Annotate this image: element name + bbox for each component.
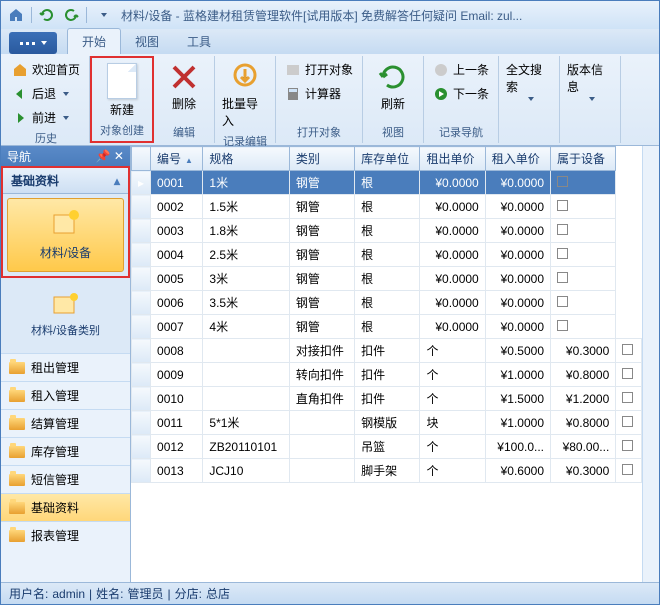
app-menu-button[interactable] xyxy=(9,32,57,54)
nav-item-4[interactable]: 短信管理 xyxy=(1,465,130,493)
table-row[interactable]: 00042.5米钢管根¥0.0000¥0.0000 xyxy=(132,243,642,267)
delete-button[interactable]: 删除 xyxy=(158,58,210,115)
table-row[interactable]: 00063.5米钢管根¥0.0000¥0.0000 xyxy=(132,291,642,315)
nav-item-0[interactable]: 租出管理 xyxy=(1,353,130,381)
search-button[interactable]: 全文搜索 xyxy=(503,58,555,104)
titlebar: 材料/设备 - 蓝格建材租赁管理软件[试用版本] 免费解答任何疑问 Email:… xyxy=(1,1,659,29)
ribbon-tabs: 开始 视图 工具 xyxy=(1,29,659,54)
refresh-icon[interactable] xyxy=(36,5,58,25)
material-icon xyxy=(50,209,82,237)
home-icon[interactable] xyxy=(5,5,27,25)
batch-import-button[interactable]: 批量导入 xyxy=(219,58,271,132)
table-row[interactable]: 0012ZB20110101吊篮个¥100.0...¥80.00... xyxy=(132,435,642,459)
folder-icon xyxy=(9,418,25,430)
nav-item-3[interactable]: 库存管理 xyxy=(1,437,130,465)
col-header[interactable]: 租入单价 xyxy=(485,147,550,171)
tab-view[interactable]: 视图 xyxy=(121,29,173,54)
delete-icon xyxy=(168,61,200,93)
nav-card-material[interactable]: 材料/设备 xyxy=(7,198,124,272)
refresh-icon xyxy=(377,61,409,93)
data-grid[interactable]: 编号规格类别库存单位租出单价租入单价属于设备 ▸00011米钢管根¥0.0000… xyxy=(131,146,642,582)
checkbox[interactable] xyxy=(557,320,568,331)
table-row[interactable]: 0010直角扣件扣件个¥1.5000¥1.2000 xyxy=(132,387,642,411)
pin-icon[interactable]: 📌 ✕ xyxy=(96,149,124,163)
import-icon xyxy=(229,61,261,93)
checkbox[interactable] xyxy=(622,464,633,475)
window-title: 材料/设备 - 蓝格建材租赁管理软件[试用版本] 免费解答任何疑问 Email:… xyxy=(121,7,522,24)
table-row[interactable]: 00115*1米钢模版块¥1.0000¥0.8000 xyxy=(132,411,642,435)
table-row[interactable]: 00021.5米钢管根¥0.0000¥0.0000 xyxy=(132,195,642,219)
dropdown-icon[interactable] xyxy=(91,5,113,25)
back-button[interactable]: 后退 xyxy=(7,82,85,105)
table-row[interactable]: 00031.8米钢管根¥0.0000¥0.0000 xyxy=(132,219,642,243)
category-icon xyxy=(50,293,82,317)
prev-record-button: 上一条 xyxy=(428,58,494,81)
checkbox[interactable] xyxy=(622,368,633,379)
nav-item-6[interactable]: 报表管理 xyxy=(1,521,130,549)
checkbox[interactable] xyxy=(557,296,568,307)
folder-icon xyxy=(9,474,25,486)
checkbox[interactable] xyxy=(622,440,633,451)
checkbox[interactable] xyxy=(557,224,568,235)
table-row[interactable]: 00074米钢管根¥0.0000¥0.0000 xyxy=(132,315,642,339)
col-header[interactable]: 属于设备 xyxy=(551,147,616,171)
home-button[interactable]: 欢迎首页 xyxy=(7,58,85,81)
open-object-button: 打开对象 xyxy=(280,58,358,81)
checkbox[interactable] xyxy=(557,176,568,187)
nav-panel: 导航 📌 ✕ 基础资料▴ 材料/设备 材料/设备类别 租出管理租入管理结算管理库… xyxy=(1,146,131,582)
checkbox[interactable] xyxy=(622,392,633,403)
version-button[interactable]: 版本信息 xyxy=(564,58,616,104)
col-header[interactable]: 编号 xyxy=(151,147,203,171)
nav-item-5[interactable]: 基础资料 xyxy=(1,493,130,521)
table-row[interactable]: 0013JCJ10脚手架个¥0.6000¥0.3000 xyxy=(132,459,642,483)
nav-item-1[interactable]: 租入管理 xyxy=(1,381,130,409)
calculator-button[interactable]: 计算器 xyxy=(280,82,358,105)
nav-item-2[interactable]: 结算管理 xyxy=(1,409,130,437)
table-row[interactable]: 0009转向扣件扣件个¥1.0000¥0.8000 xyxy=(132,363,642,387)
create-group-highlight: 新建 对象创建 xyxy=(90,56,154,143)
folder-icon xyxy=(9,530,25,542)
new-button[interactable]: 新建 xyxy=(96,60,148,121)
checkbox[interactable] xyxy=(557,200,568,211)
col-header[interactable]: 库存单位 xyxy=(355,147,420,171)
col-header[interactable]: 规格 xyxy=(203,147,290,171)
table-row[interactable]: ▸00011米钢管根¥0.0000¥0.0000 xyxy=(132,171,642,195)
folder-icon xyxy=(9,446,25,458)
checkbox[interactable] xyxy=(622,344,633,355)
checkbox[interactable] xyxy=(557,248,568,259)
ribbon: 欢迎首页 后退 前进 历史 新建 对象创建 删除 编辑 批量导入 记录编辑 打开… xyxy=(1,54,659,146)
table-row[interactable]: 0008对接扣件扣件个¥0.5000¥0.3000 xyxy=(132,339,642,363)
col-header[interactable]: 类别 xyxy=(289,147,354,171)
folder-icon xyxy=(9,502,25,514)
nav-card-category[interactable]: 材料/设备类别 xyxy=(5,282,126,349)
forward-button[interactable]: 前进 xyxy=(7,106,85,129)
next-record-button[interactable]: 下一条 xyxy=(428,82,494,105)
new-icon xyxy=(107,63,137,99)
tab-tools[interactable]: 工具 xyxy=(173,29,225,54)
checkbox[interactable] xyxy=(557,272,568,283)
vertical-scrollbar[interactable] xyxy=(642,146,659,582)
folder-icon xyxy=(9,390,25,402)
col-header[interactable]: 租出单价 xyxy=(420,147,485,171)
refresh2-icon[interactable] xyxy=(60,5,82,25)
nav-header: 导航 📌 ✕ xyxy=(1,146,130,166)
statusbar: 用户名:admin | 姓名:管理员 | 分店:总店 xyxy=(1,582,659,604)
folder-icon xyxy=(9,362,25,374)
table-row[interactable]: 00053米钢管根¥0.0000¥0.0000 xyxy=(132,267,642,291)
nav-section-basic[interactable]: 基础资料▴ xyxy=(3,168,128,194)
tab-start[interactable]: 开始 xyxy=(67,28,121,54)
refresh-button[interactable]: 刷新 xyxy=(367,58,419,115)
checkbox[interactable] xyxy=(622,416,633,427)
